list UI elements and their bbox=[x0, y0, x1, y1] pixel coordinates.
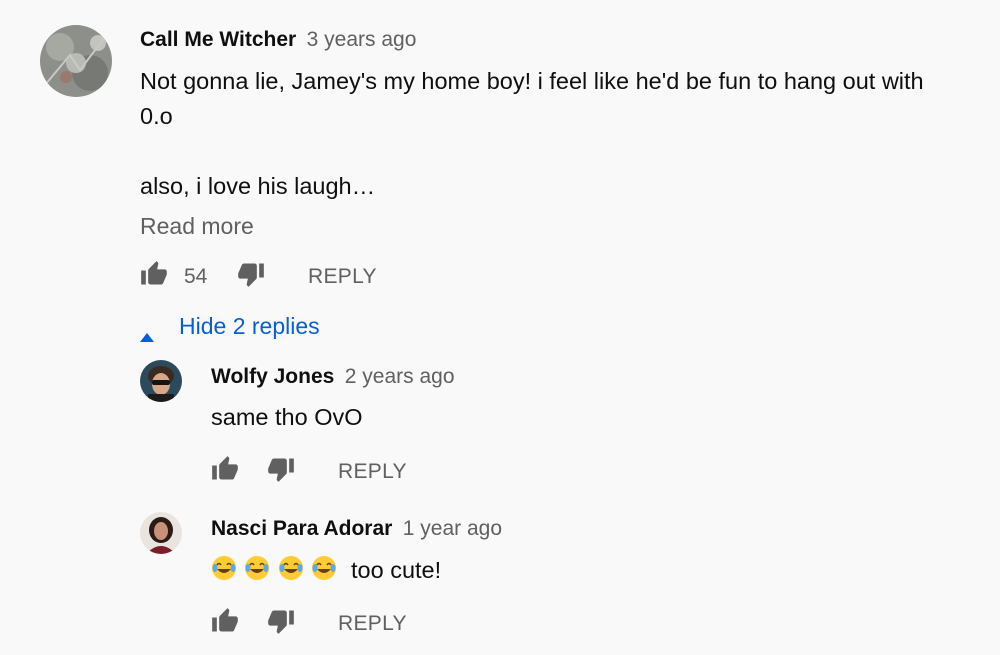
comment-text: Not gonna lie, Jamey's my home boy! i fe… bbox=[140, 68, 924, 199]
reply-1-time[interactable]: 2 years ago bbox=[345, 365, 455, 388]
reply-2-actions: REPLY bbox=[211, 607, 431, 641]
tears-of-joy-emoji bbox=[211, 555, 237, 586]
avatar-nasci-para-adorar[interactable] bbox=[140, 512, 182, 554]
thumbs-down-icon[interactable] bbox=[267, 607, 295, 640]
avatar-call-me-witcher[interactable] bbox=[40, 25, 112, 97]
comment-actions: 54 REPLY bbox=[140, 260, 440, 294]
reply-1-author[interactable]: Wolfy Jones bbox=[211, 365, 334, 388]
tears-of-joy-emoji bbox=[311, 555, 337, 586]
reply-button[interactable]: REPLY bbox=[308, 265, 377, 289]
tears-of-joy-emoji bbox=[244, 555, 270, 586]
reply-1-text: same tho OvO bbox=[211, 404, 363, 430]
comment-header: Call Me Witcher 3 years ago bbox=[140, 28, 416, 52]
comment-thread: Call Me Witcher 3 years ago Not gonna li… bbox=[0, 0, 1000, 655]
reply-2-time[interactable]: 1 year ago bbox=[403, 517, 502, 540]
hide-replies-label: Hide 2 replies bbox=[179, 313, 320, 339]
thumbs-up-icon[interactable] bbox=[211, 607, 239, 640]
comment-time[interactable]: 3 years ago bbox=[307, 28, 417, 51]
thumbs-up-icon[interactable] bbox=[211, 455, 239, 488]
reply-button[interactable]: REPLY bbox=[338, 460, 407, 484]
thumbs-down-icon[interactable] bbox=[267, 455, 295, 488]
reply-1-header: Wolfy Jones 2 years ago bbox=[211, 365, 455, 389]
read-more-link[interactable]: Read more bbox=[140, 213, 254, 240]
avatar-wolfy-jones[interactable] bbox=[140, 360, 182, 402]
tears-of-joy-emoji bbox=[278, 555, 304, 586]
reply-button[interactable]: REPLY bbox=[338, 612, 407, 636]
reply-1-actions: REPLY bbox=[211, 455, 431, 489]
reply-2-author[interactable]: Nasci Para Adorar bbox=[211, 517, 392, 540]
comment-author[interactable]: Call Me Witcher bbox=[140, 28, 296, 51]
thumbs-up-icon[interactable] bbox=[140, 260, 168, 293]
reply-2-text: too cute! bbox=[351, 557, 442, 583]
thumbs-down-icon[interactable] bbox=[237, 260, 265, 293]
like-count: 54 bbox=[184, 265, 208, 288]
reply-2-header: Nasci Para Adorar 1 year ago bbox=[211, 517, 502, 541]
caret-up-icon bbox=[140, 321, 154, 348]
